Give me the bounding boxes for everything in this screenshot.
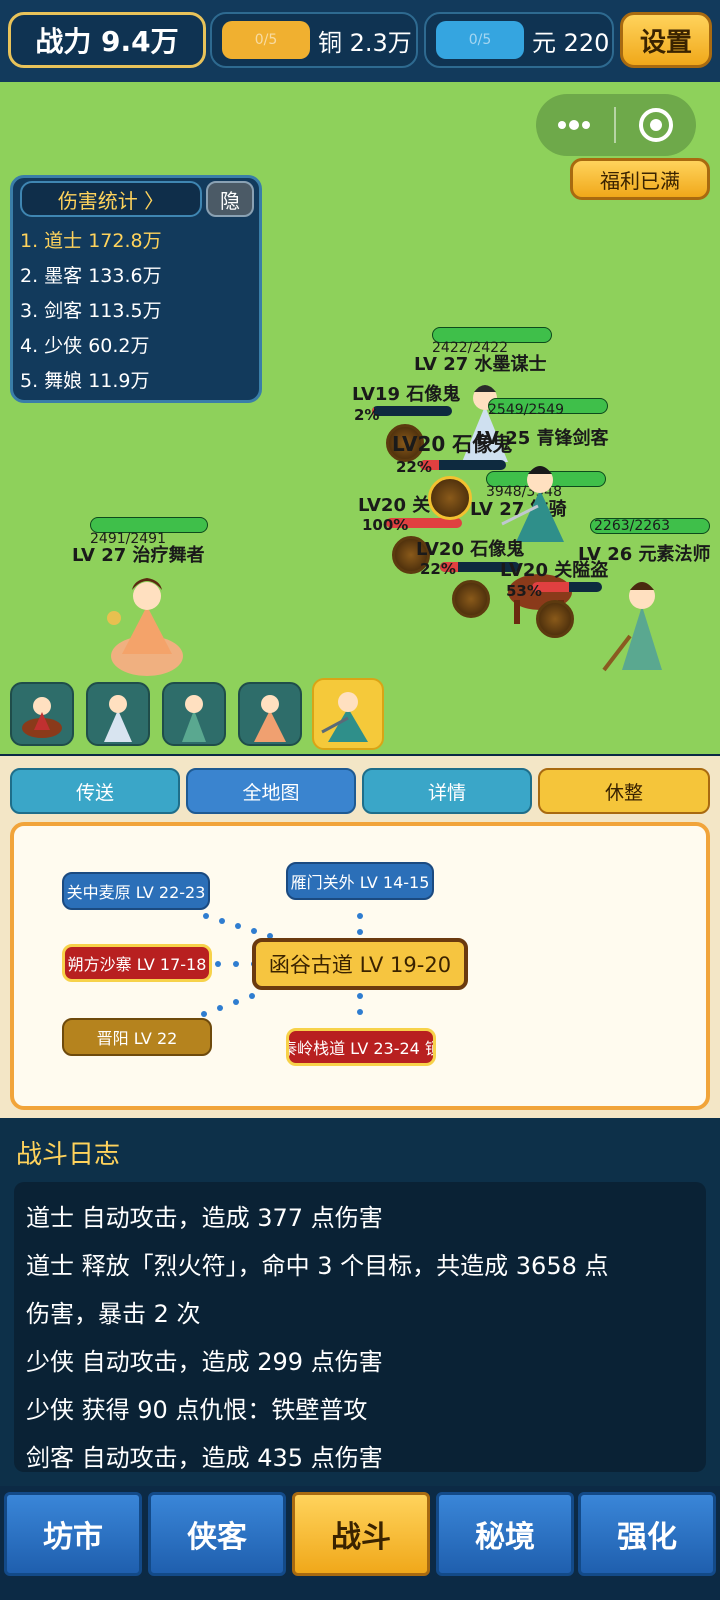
log-line: 道士 释放「烈火符」，命中 3 个目标，共造成 3658 点 [26, 1252, 609, 1280]
battle-log-title: 战斗日志 [16, 1140, 121, 1170]
log-line: 伤害，暴击 2 次 [26, 1300, 201, 1328]
nav-market[interactable]: 坊市 [4, 1492, 142, 1576]
nav-battle[interactable]: 战斗 [292, 1492, 430, 1576]
map-node-qinling[interactable]: 秦岭栈道 LV 23-24 锁 [286, 1028, 436, 1066]
log-line: 剑客 自动攻击，造成 435 点伤害 [26, 1444, 383, 1472]
log-line: 少侠 获得 90 点仇恨：铁壁普攻 [26, 1396, 368, 1424]
map-node-jinyang[interactable]: 晋阳 LV 22 [62, 1018, 212, 1056]
nav-enhance[interactable]: 强化 [578, 1492, 716, 1576]
map-node-shuofang[interactable]: 朔方沙寨 LV 17-18 [62, 944, 212, 982]
log-line: 少侠 自动攻击，造成 299 点伤害 [26, 1348, 383, 1376]
nav-heroes[interactable]: 侠客 [148, 1492, 286, 1576]
map-node-yanmen[interactable]: 雁门关外 LV 14-15 [286, 862, 434, 900]
nav-secret-realm[interactable]: 秘境 [436, 1492, 574, 1576]
map-node-guanzhong[interactable]: 关中麦原 LV 22-23 [62, 872, 210, 910]
log-line: 道士 自动攻击，造成 377 点伤害 [26, 1204, 383, 1232]
map-node-current[interactable]: 函谷古道 LV 19-20 [252, 938, 468, 990]
